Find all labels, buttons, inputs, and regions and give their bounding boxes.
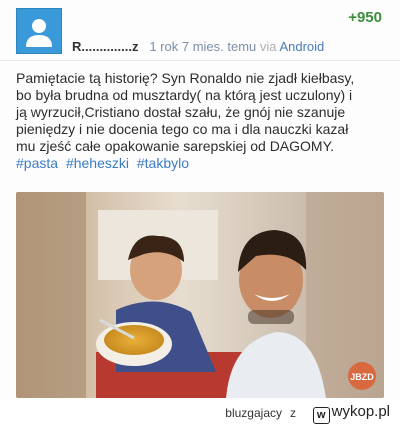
post-meta: R..............z 1 rok 7 mies. temu via … (72, 39, 324, 54)
vote-score[interactable]: +950 (348, 9, 382, 26)
via-label: via (259, 39, 277, 54)
footer-connector: z (290, 406, 296, 420)
post-text-line: pieniędzy i nie docenia tego co ma i dla… (16, 121, 349, 137)
author-name[interactable]: R..............z (72, 39, 138, 54)
tag-link[interactable]: #heheszki (66, 155, 129, 171)
post-text-line: Pamiętacie tą historię? Syn Ronaldo nie … (16, 70, 355, 86)
footer-username: bluzgajacy (225, 406, 282, 420)
tag-list: #pasta #heheszki #takbylo (16, 155, 392, 172)
post-card: R..............z 1 rok 7 mies. temu via … (0, 0, 400, 400)
post-text-line: bo była brudna od musztardy( na którą je… (16, 87, 353, 103)
site-name: wykop.pl (331, 403, 390, 420)
post-time[interactable]: 1 rok 7 mies. temu (149, 39, 256, 54)
tag-link[interactable]: #pasta (16, 155, 58, 171)
site-logo: w wykop.pl (312, 403, 390, 424)
tag-link[interactable]: #takbylo (137, 155, 189, 171)
platform-label: Android (279, 39, 325, 54)
default-user-icon (26, 19, 52, 47)
post-body: Pamiętacie tą historię? Syn Ronaldo nie … (16, 70, 392, 172)
watermark-logo: JBZD (350, 372, 374, 382)
post-text-line: ją wyrzucił,Cristiano dostał szału, że g… (16, 104, 346, 120)
avatar[interactable] (16, 8, 62, 54)
divider (0, 60, 400, 61)
post-photo[interactable]: JBZD (16, 192, 384, 398)
selfie-photo: JBZD (16, 192, 384, 398)
wykop-icon: w (312, 407, 330, 424)
footer-bar: bluzgajacy z w wykop.pl (0, 400, 400, 424)
post-text-line: mu zjeść całe opakowanie sarepskiej od D… (16, 138, 335, 154)
